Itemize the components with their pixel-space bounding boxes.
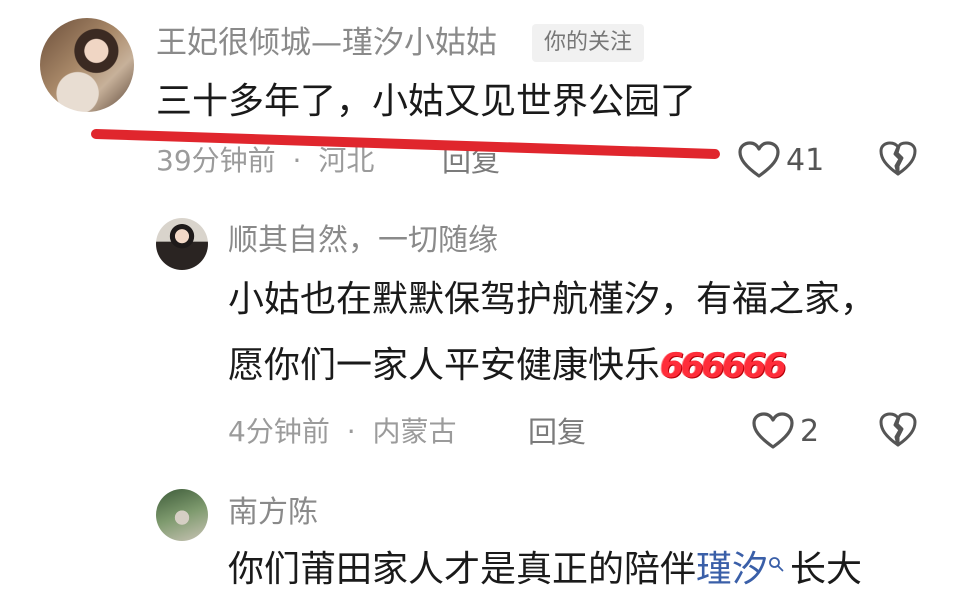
comment-text: 三十多年了，小姑又见世界公园了: [156, 81, 697, 122]
avatar[interactable]: [40, 18, 134, 112]
search-icon: [769, 557, 784, 572]
like-button[interactable]: [737, 140, 781, 180]
emoji-666: 666666: [660, 346, 787, 386]
comment-text-prefix: 你们莆田家人才是真正的陪伴: [228, 549, 697, 590]
comment-username[interactable]: 南方陈: [228, 498, 318, 528]
comment-time: 4分钟前: [228, 415, 330, 448]
heart-icon: [738, 141, 780, 178]
comment-text-line-1: 小姑也在默默保驾护航槿汐，有福之家，: [228, 279, 877, 320]
following-badge: 你的关注: [532, 24, 645, 62]
comment-location: 内蒙古: [372, 415, 457, 448]
heart-icon: [752, 412, 794, 449]
meta-separator: ·: [346, 415, 356, 448]
reply-button[interactable]: 回复: [528, 418, 586, 447]
avatar[interactable]: [156, 489, 208, 541]
meta-separator: ·: [292, 144, 302, 177]
like-count: 41: [786, 143, 825, 178]
like-count: 2: [800, 414, 820, 449]
comment-text: 你们莆田家人才是真正的陪伴瑾汐 长大: [228, 552, 862, 588]
comment-meta: 39分钟前 · 河北: [156, 147, 374, 175]
broken-heart-icon: [879, 141, 917, 176]
comment-text: 愿你们一家人平安健康快乐: [228, 345, 661, 386]
comment-text-suffix: 长大: [790, 549, 863, 590]
search-highlight-link[interactable]: 瑾汐: [696, 549, 768, 590]
comment-username[interactable]: 顺其自然，一切随缘: [228, 226, 498, 256]
comment-location: 河北: [318, 144, 375, 177]
broken-heart-icon: [879, 412, 917, 447]
comment-meta: 4分钟前 · 内蒙古: [228, 418, 457, 446]
comment-time: 39分钟前: [156, 144, 276, 177]
dislike-button[interactable]: [878, 140, 918, 178]
reply-button[interactable]: 回复: [442, 147, 500, 176]
comment-username[interactable]: 王妃很倾城—瑾汐小姑姑: [156, 28, 497, 59]
like-button[interactable]: [751, 411, 795, 451]
dislike-button[interactable]: [878, 411, 918, 449]
comment-text-line-2: 愿你们一家人平安健康快乐666666: [228, 345, 787, 386]
avatar[interactable]: [156, 218, 208, 270]
